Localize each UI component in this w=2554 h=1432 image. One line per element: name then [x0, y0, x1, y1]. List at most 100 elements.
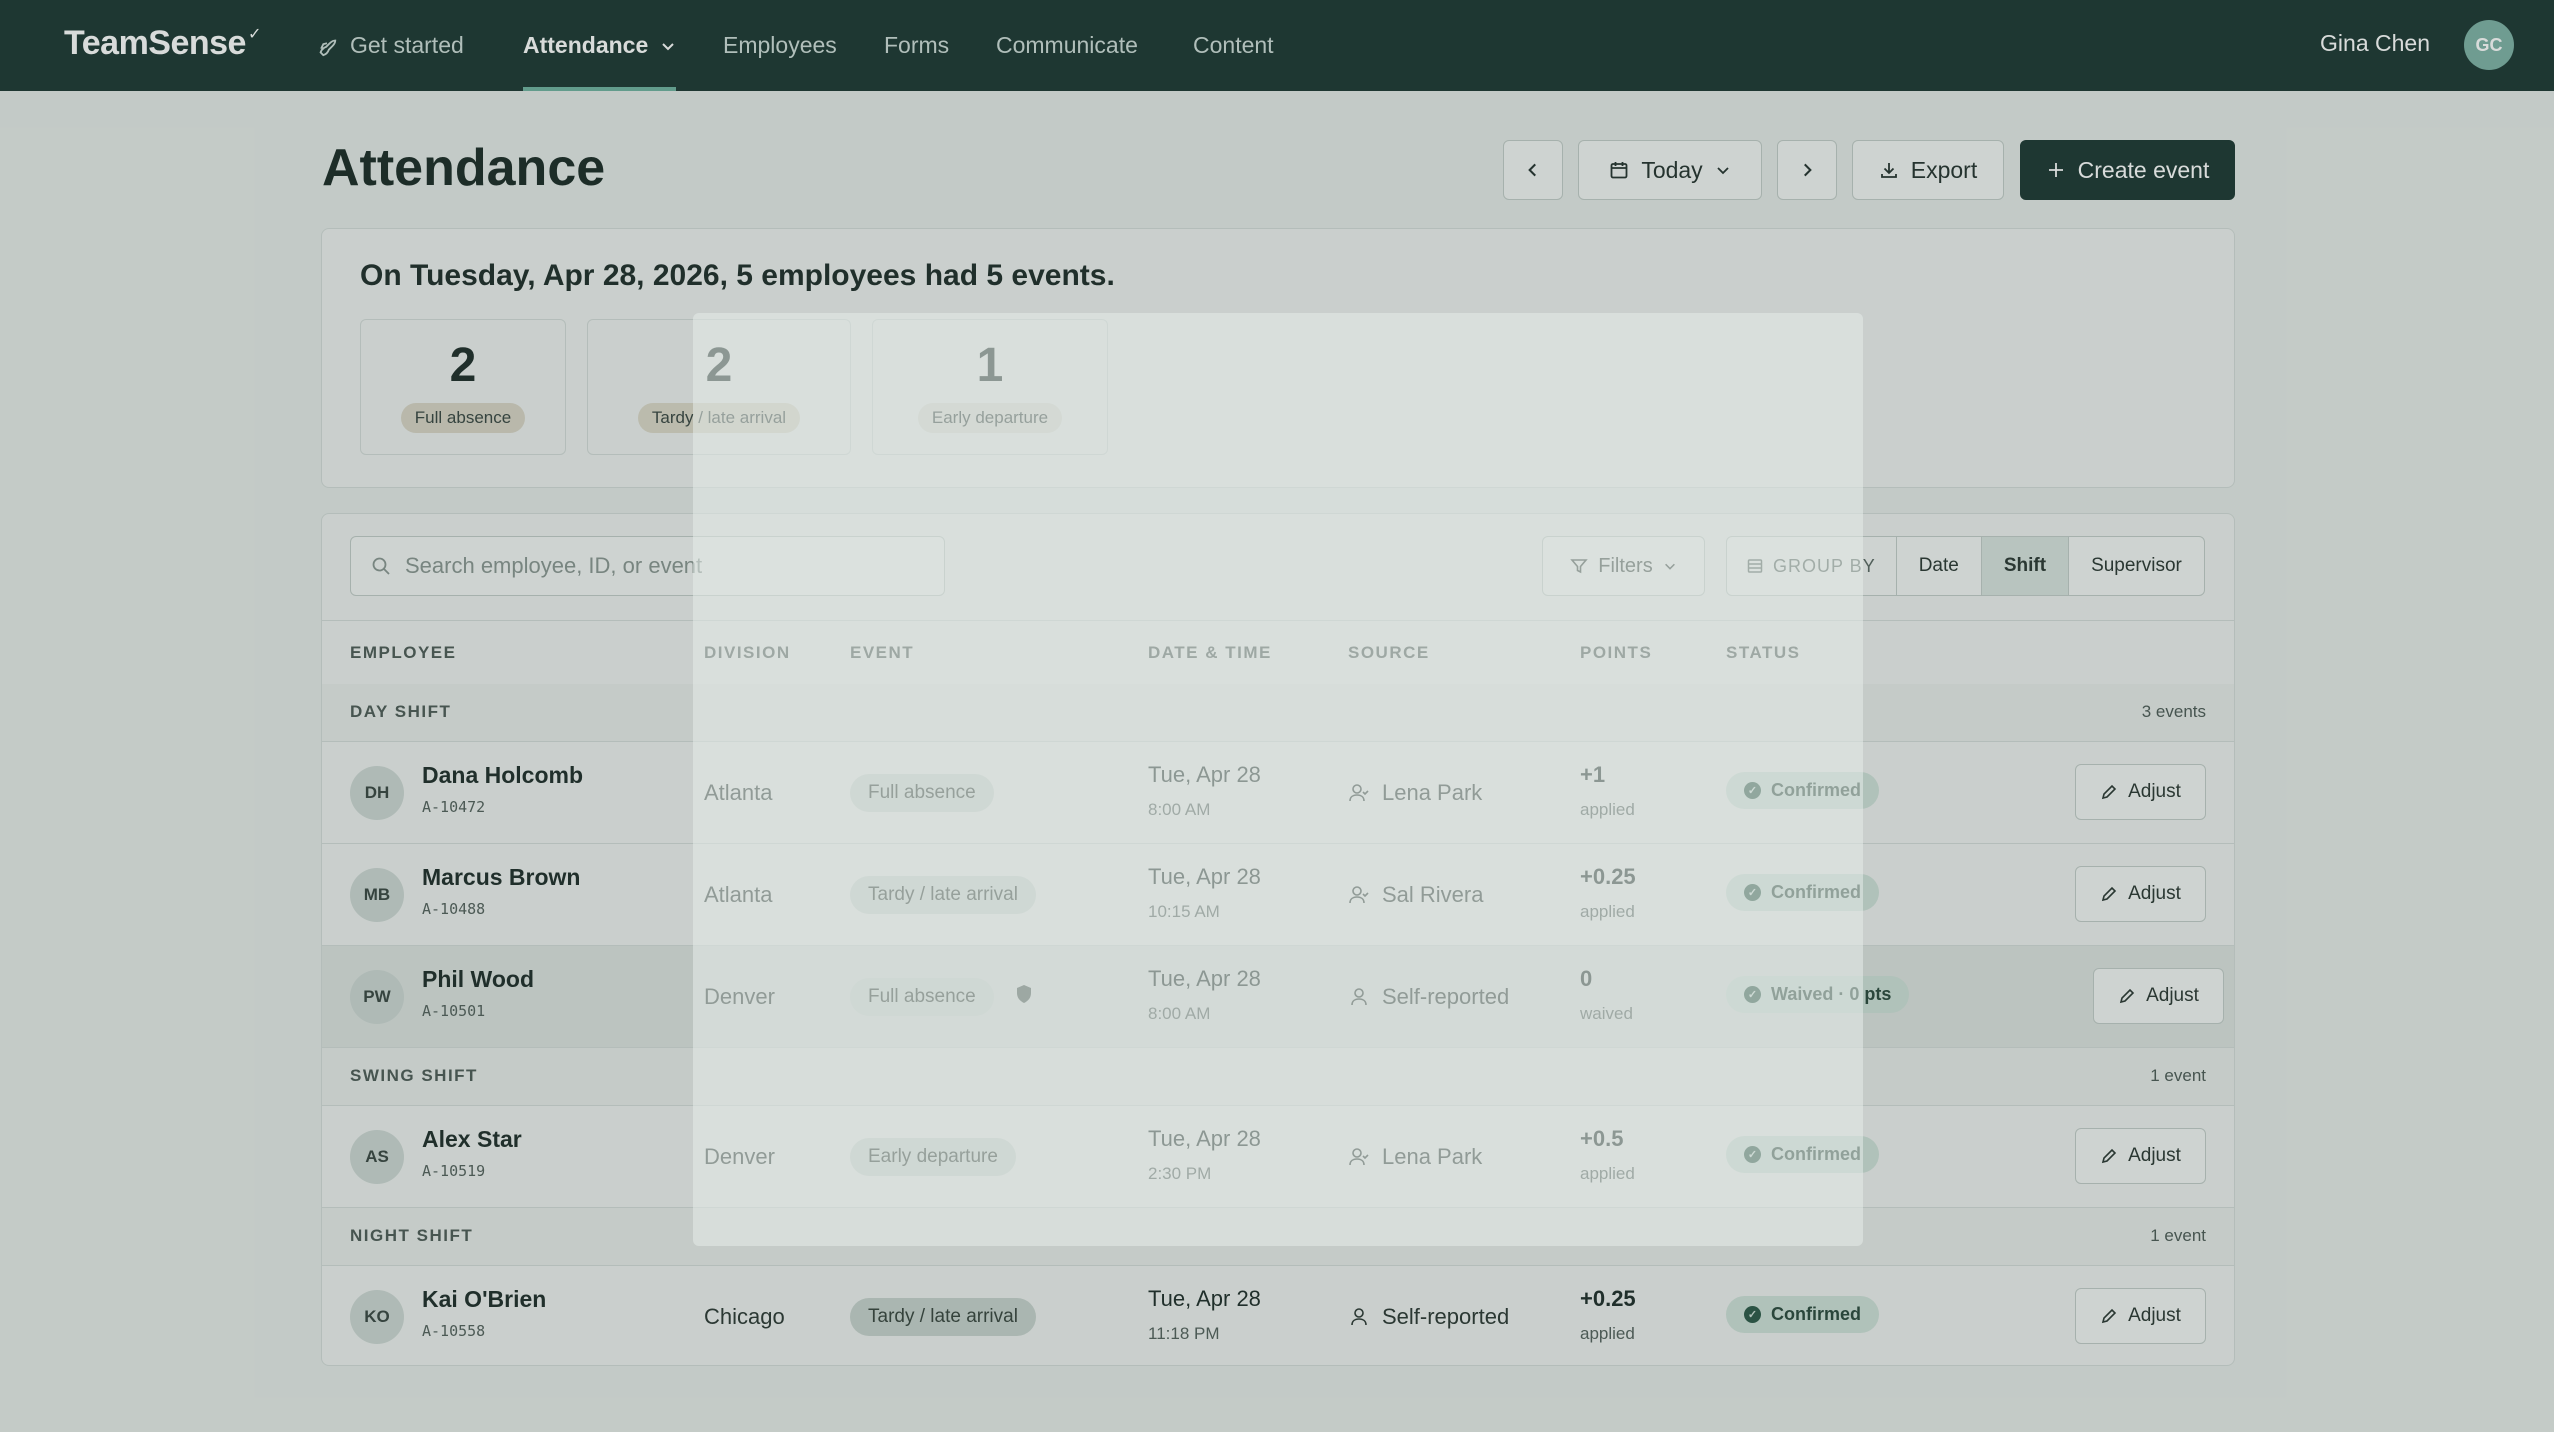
employee-name[interactable]: Kai O'Brien — [422, 1286, 546, 1313]
pencil-icon — [2100, 783, 2118, 801]
supervisor-icon — [1348, 1146, 1370, 1168]
nav-label: Employees — [723, 32, 837, 58]
adjust-button[interactable]: Adjust — [2075, 1288, 2206, 1344]
source: Self-reported — [1348, 1304, 1509, 1330]
source-label: Lena Park — [1382, 780, 1483, 805]
search-placeholder: Search employee, ID, or event — [405, 553, 703, 578]
col-source[interactable]: SOURCE — [1348, 643, 1430, 663]
avatar: MB — [350, 868, 404, 922]
avatar: AS — [350, 1130, 404, 1184]
table-row[interactable]: KO Kai O'Brien A-10558 Chicago Tardy / l… — [322, 1266, 2234, 1365]
table-row[interactable]: PW Phil Wood A-10501 Denver Full absence… — [322, 946, 2234, 1048]
division: Chicago — [704, 1304, 785, 1329]
event-badge: Tardy / late arrival — [850, 876, 1036, 914]
adjust-button[interactable]: Adjust — [2075, 764, 2206, 820]
chevron-left-icon — [1524, 161, 1542, 179]
pencil-icon — [2100, 1307, 2118, 1325]
points-sub: applied — [1580, 800, 1635, 819]
group-by-shift[interactable]: Shift — [1981, 537, 2070, 595]
create-event-button[interactable]: Create event — [2020, 140, 2235, 200]
stat-full-absence[interactable]: 2 Full absence — [360, 319, 566, 455]
adjust-label: Adjust — [2128, 781, 2181, 802]
nav-attendance[interactable]: Attendance — [523, 0, 677, 91]
employee-name[interactable]: Dana Holcomb — [422, 762, 583, 789]
points-sub: applied — [1580, 902, 1635, 921]
export-button[interactable]: Export — [1852, 140, 2004, 200]
nav-label: Attendance — [523, 32, 649, 58]
source: Lena Park — [1348, 1144, 1482, 1170]
division: Denver — [704, 984, 775, 1009]
col-event[interactable]: EVENT — [850, 643, 914, 663]
check-circle-icon: ✓ — [1744, 1306, 1761, 1323]
nav-content[interactable]: Content — [1193, 0, 1274, 91]
stat-label: Tardy / late arrival — [637, 403, 801, 433]
employee-id: A-10519 — [422, 1162, 486, 1180]
nav-label: Content — [1193, 32, 1274, 58]
plus-icon — [2046, 160, 2066, 180]
adjust-button[interactable]: Adjust — [2075, 866, 2206, 922]
points-sub: applied — [1580, 1164, 1635, 1183]
col-status[interactable]: STATUS — [1726, 643, 1800, 663]
chevron-right-icon — [1798, 161, 1816, 179]
status-label: Waived · 0 pts — [1771, 984, 1892, 1004]
group-count: 1 event — [2150, 1066, 2206, 1085]
group-count: 1 event — [2150, 1226, 2206, 1245]
employee-name[interactable]: Alex Star — [422, 1126, 522, 1153]
employee-name[interactable]: Marcus Brown — [422, 864, 580, 891]
stat-value: 2 — [449, 339, 477, 392]
points-sub: waived — [1580, 1004, 1633, 1023]
summary-card: On Tuesday, Apr 28, 2026, 5 employees ha… — [321, 228, 2235, 488]
date-picker-button[interactable]: Today — [1578, 140, 1762, 200]
next-day-button[interactable] — [1777, 140, 1837, 200]
stat-early-departure[interactable]: 1 Early departure — [872, 319, 1108, 455]
table-row[interactable]: AS Alex Star A-10519 Denver Early depart… — [322, 1106, 2234, 1208]
nav-communicate[interactable]: Communicate — [996, 0, 1138, 91]
teamsense-logo[interactable]: TeamSense ✓ — [64, 24, 261, 63]
supervisor-icon — [1348, 782, 1370, 804]
group-by-control: GROUP BY Date Shift Supervisor — [1726, 536, 2205, 596]
user-avatar[interactable]: GC — [2464, 20, 2514, 70]
event-time: 11:18 PM — [1148, 1324, 1220, 1343]
stat-tardy[interactable]: 2 Tardy / late arrival — [587, 319, 851, 455]
col-date-time[interactable]: DATE & TIME — [1148, 643, 1272, 663]
adjust-button[interactable]: Adjust — [2075, 1128, 2206, 1184]
col-division[interactable]: DIVISION — [704, 643, 791, 663]
group-by-date[interactable]: Date — [1897, 537, 1982, 595]
adjust-label: Adjust — [2128, 883, 2181, 904]
event-badge: Full absence — [850, 978, 994, 1016]
adjust-button[interactable]: Adjust — [2093, 968, 2224, 1024]
points: +1 — [1580, 762, 1606, 787]
nav-label: Communicate — [996, 32, 1138, 58]
supervisor-icon — [1348, 884, 1370, 906]
stat-label: Early departure — [917, 403, 1063, 433]
table-header: EMPLOYEE DIVISION EVENT DATE & TIME SOUR… — [322, 620, 2234, 686]
nav-employees[interactable]: Employees — [723, 0, 837, 91]
nav-get-started[interactable]: Get started — [316, 0, 464, 91]
source-label: Self-reported — [1382, 1304, 1510, 1329]
division: Atlanta — [704, 882, 773, 907]
col-employee[interactable]: EMPLOYEE — [350, 643, 456, 663]
nav-forms[interactable]: Forms — [884, 0, 949, 91]
prev-day-button[interactable] — [1503, 140, 1563, 200]
pencil-icon — [2100, 1147, 2118, 1165]
group-by-supervisor[interactable]: Supervisor — [2069, 537, 2204, 595]
user-name[interactable]: Gina Chen — [2320, 30, 2430, 57]
group-name: DAY SHIFT — [350, 702, 452, 721]
col-points[interactable]: POINTS — [1580, 643, 1652, 663]
avatar: PW — [350, 970, 404, 1024]
search-input[interactable]: Search employee, ID, or event — [350, 536, 945, 596]
source: Lena Park — [1348, 780, 1482, 806]
event-time: 2:30 PM — [1148, 1164, 1212, 1183]
event-badge: Tardy / late arrival — [850, 1298, 1036, 1336]
status-badge: ✓ Confirmed — [1726, 1136, 1879, 1173]
table-row[interactable]: MB Marcus Brown A-10488 Atlanta Tardy / … — [322, 844, 2234, 946]
chevron-down-icon — [660, 38, 676, 54]
nav-label: Get started — [350, 32, 464, 58]
avatar: DH — [350, 766, 404, 820]
filters-button[interactable]: Filters — [1542, 536, 1705, 596]
employee-id: A-10501 — [422, 1002, 486, 1020]
table-row[interactable]: DH Dana Holcomb A-10472 Atlanta Full abs… — [322, 742, 2234, 844]
check-circle-icon: ✓ — [1744, 782, 1761, 799]
employee-name[interactable]: Phil Wood — [422, 966, 534, 993]
employee-id: A-10558 — [422, 1322, 486, 1340]
